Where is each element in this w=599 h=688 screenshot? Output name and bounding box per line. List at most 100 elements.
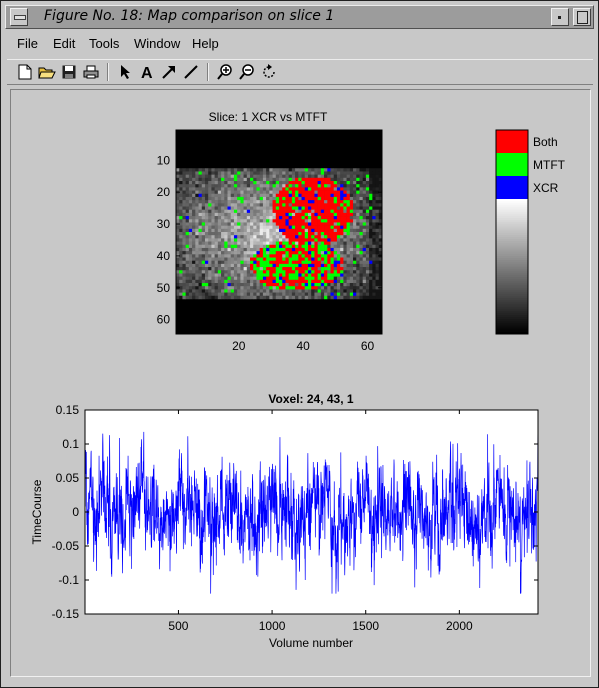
map-pixel <box>272 184 277 188</box>
map-pixel <box>349 196 354 201</box>
map-pixel <box>359 168 363 172</box>
map-pixel <box>262 273 267 277</box>
map-pixel <box>295 295 299 300</box>
map-pixel <box>269 228 273 233</box>
menu-help[interactable]: Help <box>192 36 219 51</box>
zoom-in-icon[interactable] <box>215 62 235 82</box>
map-pixel <box>333 235 338 239</box>
map-pixel <box>311 270 315 274</box>
map-pixel <box>298 228 302 233</box>
map-pixel <box>285 232 289 236</box>
map-pixel <box>362 254 367 258</box>
map-pixel <box>349 286 354 290</box>
map-pixel <box>275 244 280 249</box>
map-pixel <box>214 177 219 182</box>
map-pixel <box>307 181 312 185</box>
map-pixel <box>307 279 312 284</box>
menu-file[interactable]: File <box>17 36 38 51</box>
menu-tools[interactable]: Tools <box>89 36 119 51</box>
map-pixel <box>372 219 376 223</box>
map-pixel <box>336 273 341 277</box>
map-pixel <box>224 292 228 297</box>
map-pixel <box>192 200 196 204</box>
map-pixel <box>224 209 228 214</box>
map-pixel <box>179 200 183 204</box>
arrow-icon[interactable] <box>159 62 179 82</box>
map-pixel <box>272 171 277 175</box>
rotate-icon[interactable] <box>259 62 279 82</box>
map-pixel <box>224 257 228 261</box>
text-icon[interactable]: A <box>137 62 157 82</box>
map-pixel <box>208 203 212 207</box>
map-pixel <box>240 247 244 252</box>
map-pixel <box>185 193 190 198</box>
map-pixel <box>353 270 357 274</box>
map-pixel <box>333 174 338 179</box>
menu-window[interactable]: Window <box>134 36 180 51</box>
map-pixel <box>369 251 373 255</box>
map-pixel <box>269 251 273 255</box>
map-pixel <box>262 190 267 195</box>
map-pixel <box>195 232 199 236</box>
title-bar[interactable]: Figure No. 18: Map comparison on slice 1 <box>5 5 594 29</box>
map-pixel <box>356 247 360 252</box>
print-icon[interactable] <box>81 62 101 82</box>
window-menu-button[interactable] <box>10 8 28 26</box>
map-pixel <box>240 286 244 290</box>
map-pixel <box>304 174 309 179</box>
map-pixel <box>365 232 370 236</box>
map-pixel <box>324 283 328 287</box>
map-pixel <box>314 232 318 236</box>
map-pixel <box>362 263 367 268</box>
map-pixel <box>324 257 328 261</box>
zoom-out-icon[interactable] <box>237 62 257 82</box>
map-pixel <box>204 270 209 274</box>
map-pixel <box>372 196 376 201</box>
map-pixel <box>324 232 328 236</box>
map-pixel <box>327 200 331 204</box>
map-pixel <box>204 196 209 201</box>
line-icon[interactable] <box>181 62 201 82</box>
map-pixel <box>262 238 267 242</box>
map-pixel <box>324 276 328 281</box>
map-pixel <box>369 193 373 198</box>
map-pixel <box>192 289 196 293</box>
map-pixel <box>233 241 238 246</box>
map-pixel <box>185 247 190 252</box>
new-file-icon[interactable] <box>15 62 35 82</box>
map-pixel <box>233 171 238 175</box>
map-pixel <box>365 200 370 204</box>
open-folder-icon[interactable] <box>37 62 57 82</box>
map-pixel <box>211 228 215 233</box>
map-pixel <box>246 187 251 191</box>
map-pixel <box>272 168 277 172</box>
map-pixel <box>343 171 347 175</box>
map-pixel <box>317 187 322 191</box>
save-icon[interactable] <box>59 62 79 82</box>
map-pixel <box>340 187 344 191</box>
map-pixel <box>237 181 241 185</box>
map-pixel <box>256 196 260 201</box>
map-pixel <box>221 190 225 195</box>
map-pixel <box>336 276 341 281</box>
map-pixel <box>340 283 344 287</box>
map-pixel <box>295 238 299 242</box>
map-pixel <box>204 171 209 175</box>
maximize-button[interactable] <box>573 8 591 26</box>
map-pixel <box>224 171 228 175</box>
map-pixel <box>317 184 322 188</box>
pointer-icon[interactable] <box>115 62 135 82</box>
minimize-button[interactable] <box>551 8 569 26</box>
map-pixel <box>221 244 225 249</box>
map-pixel <box>295 276 299 281</box>
map-pixel <box>230 276 235 281</box>
menu-edit[interactable]: Edit <box>53 36 75 51</box>
map-pixel <box>243 244 248 249</box>
map-pixel <box>343 292 347 297</box>
map-pixel <box>353 283 357 287</box>
map-pixel <box>243 171 248 175</box>
map-pixel <box>304 203 309 207</box>
map-pixel <box>237 238 241 242</box>
map-pixel <box>298 225 302 230</box>
map-pixel <box>340 232 344 236</box>
